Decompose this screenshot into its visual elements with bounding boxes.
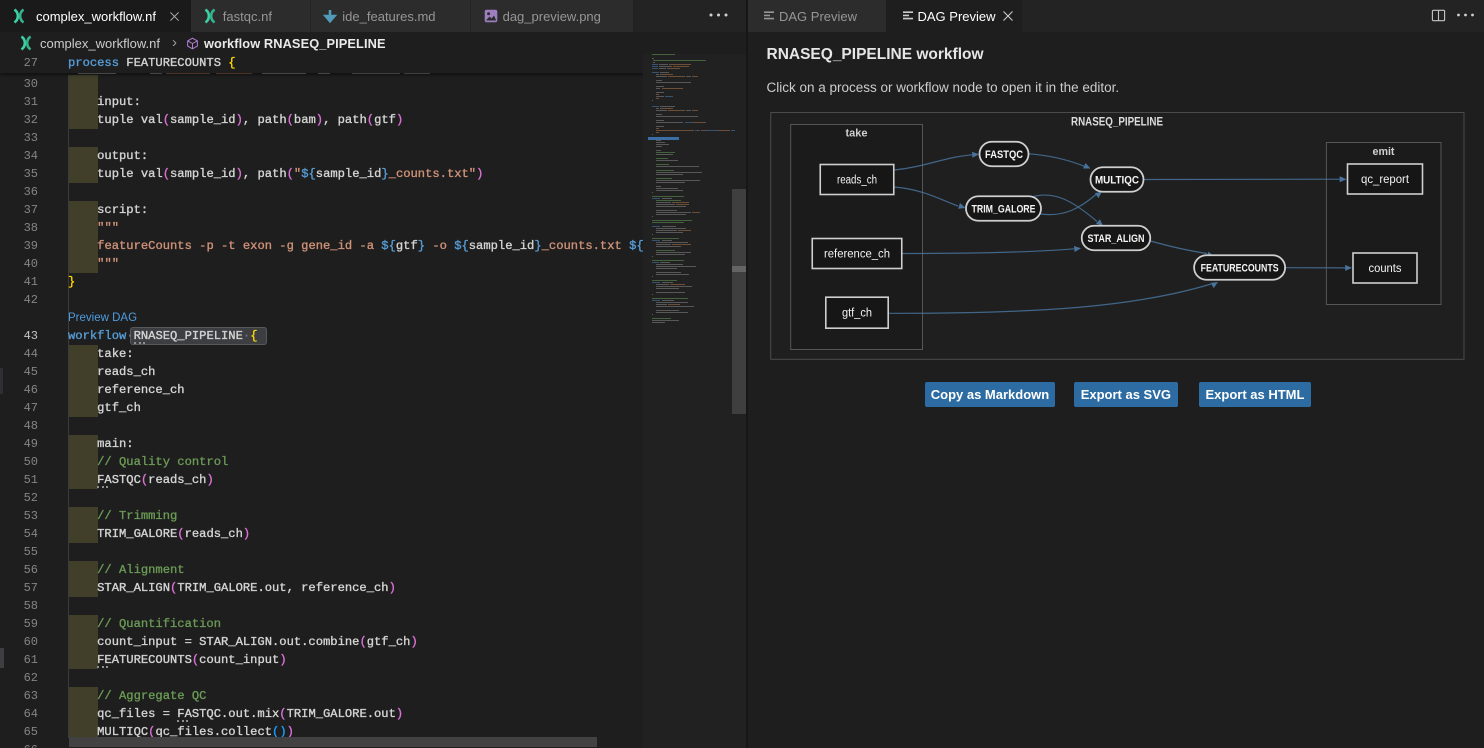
svg-text:FEATURECOUNTS: FEATURECOUNTS — [1201, 263, 1279, 275]
svg-text:FASTQC: FASTQC — [985, 149, 1023, 161]
svg-text:MULTIQC: MULTIQC — [1095, 175, 1139, 187]
svg-text:reads_ch: reads_ch — [837, 175, 877, 187]
svg-text:TRIM_GALORE: TRIM_GALORE — [972, 204, 1036, 216]
svg-text:RNASEQ_PIPELINE: RNASEQ_PIPELINE — [1071, 115, 1163, 129]
svg-text:STAR_ALIGN: STAR_ALIGN — [1088, 233, 1145, 245]
svg-text:take: take — [846, 128, 868, 140]
svg-text:reference_ch: reference_ch — [824, 249, 890, 261]
svg-text:counts: counts — [1369, 263, 1402, 275]
svg-text:emit: emit — [1373, 146, 1395, 158]
svg-text:gtf_ch: gtf_ch — [842, 308, 872, 320]
svg-text:qc_report: qc_report — [1361, 174, 1410, 186]
